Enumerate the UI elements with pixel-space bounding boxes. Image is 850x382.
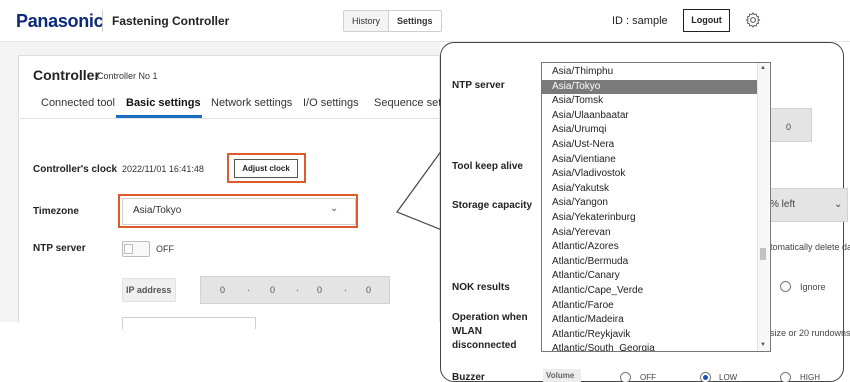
- active-tab-indicator: [116, 115, 202, 118]
- timezone-option[interactable]: Atlantic/Azores: [542, 240, 758, 255]
- timezone-label: Timezone: [33, 206, 79, 217]
- timezone-option[interactable]: Atlantic/Madeira: [542, 313, 758, 328]
- toggle-knob: [124, 244, 133, 254]
- tab-network-settings[interactable]: Network settings: [211, 97, 292, 109]
- ip-octet-3: 0: [317, 285, 323, 295]
- tab-io-settings[interactable]: I/O settings: [303, 97, 359, 109]
- timezone-option[interactable]: Atlantic/Bermuda: [542, 255, 758, 270]
- dropdown-scrollbar[interactable]: [757, 63, 769, 351]
- tab-settings[interactable]: Settings: [388, 11, 441, 31]
- volume-label: Volume: [546, 371, 575, 380]
- buzzer-low-radio[interactable]: [700, 372, 711, 382]
- timezone-option[interactable]: Atlantic/Canary: [542, 269, 758, 284]
- ip-octet-1: 0: [220, 285, 226, 295]
- buzzer-high-label: HIGH: [800, 373, 820, 382]
- timezone-option[interactable]: Asia/Yekaterinburg: [542, 211, 758, 226]
- controller-subtitle: Controller No 1: [97, 71, 158, 81]
- tool-keep-alive-label: Tool keep alive: [452, 161, 523, 172]
- tab-history[interactable]: History: [344, 11, 389, 31]
- buzzer-high-radio[interactable]: [780, 372, 791, 382]
- timezone-option[interactable]: Asia/Urumqi: [542, 123, 758, 138]
- timezone-option[interactable]: Atlantic/Reykjavik: [542, 328, 758, 343]
- buzzer-label: Buzzer: [452, 372, 485, 382]
- ip-octet-4: 0: [366, 285, 372, 295]
- adjust-clock-button[interactable]: Adjust clock: [234, 159, 298, 178]
- crop-edge: [0, 322, 440, 382]
- tabs-divider: [18, 118, 440, 119]
- controller-title: Controller: [33, 67, 100, 83]
- tab-connected-tool[interactable]: Connected tool: [41, 97, 115, 109]
- ignore-radio[interactable]: [780, 281, 791, 292]
- scroll-up-icon[interactable]: ▲: [760, 65, 766, 71]
- ip-dot: .: [344, 283, 347, 294]
- ip-address-field[interactable]: [200, 276, 390, 304]
- ip-dot: .: [247, 283, 250, 294]
- buzzer-low-label: LOW: [719, 373, 738, 382]
- wlan-text: size or 20 rundowns: [770, 328, 850, 338]
- tab-sequence-settings[interactable]: Sequence setti: [374, 97, 447, 109]
- storage-label: Storage capacity: [452, 200, 533, 211]
- keep-alive-value: 0: [786, 122, 792, 132]
- clock-label: Controller's clock: [33, 164, 118, 175]
- logout-button[interactable]: Logout: [683, 9, 730, 32]
- auto-delete-text: tomatically delete da: [770, 242, 850, 252]
- timezone-option[interactable]: Asia/Vientiane: [542, 153, 758, 168]
- timezone-option[interactable]: Asia/Yerevan: [542, 226, 758, 241]
- ip-octet-2: 0: [270, 285, 276, 295]
- partial-input[interactable]: [122, 317, 256, 329]
- app-title: Fastening Controller: [112, 14, 230, 28]
- header-divider: [102, 10, 103, 32]
- timezone-option[interactable]: Asia/Thimphu: [542, 65, 758, 80]
- timezone-option[interactable]: Asia/Ust-Nera: [542, 138, 758, 153]
- timezone-option-selected[interactable]: Asia/Tokyo: [542, 79, 758, 95]
- chevron-down-icon: ⌄: [330, 203, 339, 214]
- chevron-down-icon: ⌄: [834, 199, 843, 210]
- timezone-value: Asia/Tokyo: [133, 205, 182, 216]
- panasonic-logo: Panasonic: [16, 11, 104, 31]
- user-id-label: ID : sample: [612, 15, 668, 27]
- storage-value: % left: [770, 199, 796, 210]
- timezone-option[interactable]: Asia/Tomsk: [542, 94, 758, 109]
- scroll-down-icon[interactable]: ▼: [760, 342, 766, 348]
- ignore-label: Ignore: [800, 282, 826, 292]
- ip-dot: .: [296, 283, 299, 294]
- header-tab-group: History Settings: [343, 10, 442, 32]
- timezone-option[interactable]: Atlantic/South_Georgia: [542, 342, 758, 351]
- ntp-label: NTP server: [33, 243, 86, 254]
- timezone-option[interactable]: Atlantic/Cape_Verde: [542, 284, 758, 299]
- zoom-ntp-label: NTP server: [452, 80, 505, 91]
- scrollbar-thumb[interactable]: [760, 248, 766, 260]
- buzzer-off-label: OFF: [640, 373, 656, 382]
- gear-icon[interactable]: [744, 11, 762, 29]
- wlan-label: Operation when WLAN disconnected: [452, 312, 528, 351]
- clock-value: 2022/11/01 16:41:48: [122, 164, 204, 174]
- ip-address-label: IP address: [126, 285, 172, 295]
- nok-results-label: NOK results: [452, 282, 510, 293]
- timezone-option[interactable]: Asia/Yangon: [542, 196, 758, 211]
- timezone-option[interactable]: Asia/Yakutsk: [542, 182, 758, 197]
- timezone-option[interactable]: Asia/Ulaanbaatar: [542, 109, 758, 124]
- ntp-state: OFF: [156, 244, 174, 254]
- timezone-option[interactable]: Atlantic/Faroe: [542, 299, 758, 314]
- buzzer-off-radio[interactable]: [620, 372, 631, 382]
- timezone-dropdown-list[interactable]: Asia/Thimphu Asia/Tokyo Asia/Tomsk Asia/…: [541, 62, 771, 352]
- tab-basic-settings[interactable]: Basic settings: [126, 97, 201, 109]
- timezone-option[interactable]: Asia/Vladivostok: [542, 167, 758, 182]
